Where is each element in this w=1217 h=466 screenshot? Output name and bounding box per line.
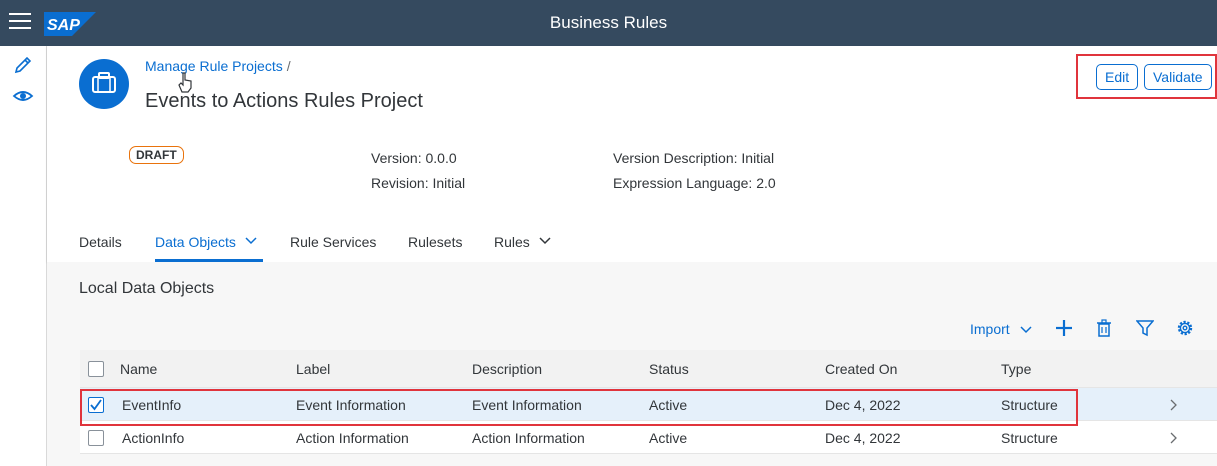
table-header: Name Label Description Status Created On… [80,350,1217,388]
side-toolbar [0,46,47,466]
tab-label: Details [79,234,122,250]
tab-details[interactable]: Details [79,234,122,250]
column-header-type[interactable]: Type [1001,361,1031,377]
filter-icon[interactable] [1136,319,1154,337]
cell-description: Action Information [472,430,585,446]
cell-name: EventInfo [122,397,182,413]
cell-created-on: Dec 4, 2022 [825,397,901,413]
status-badge: DRAFT [129,146,184,164]
checkmark-icon [90,399,102,411]
cell-label: Event Information [296,397,406,413]
shell-bar: SAP Business Rules [0,0,1217,46]
delete-icon[interactable] [1095,319,1113,337]
import-label: Import [970,321,1010,337]
row-checkbox[interactable] [88,430,104,446]
cell-type: Structure [1001,397,1058,413]
cell-label: Action Information [296,430,409,446]
tab-label: Rules [494,234,530,250]
tab-label: Rulesets [408,234,463,250]
tab-rulesets[interactable]: Rulesets [408,234,462,250]
pencil-icon[interactable] [12,54,34,76]
header-actions: Edit Validate [1076,54,1217,99]
validate-button[interactable]: Validate [1144,64,1212,90]
app-title: Business Rules [549,13,668,32]
cell-type: Structure [1001,430,1058,446]
cell-status: Active [649,430,688,446]
chevron-down-icon [245,237,257,245]
column-header-description[interactable]: Description [472,361,542,377]
chevron-down-icon [539,237,551,245]
version-attribute: Version: 0.0.0 [371,150,457,166]
table-row[interactable]: EventInfo Event Information Event Inform… [80,388,1217,421]
revision-attribute: Revision: Initial [371,175,466,191]
tab-label: Rule Services [290,234,377,250]
eye-icon[interactable] [12,85,34,107]
section-title: Local Data Objects [79,280,215,297]
briefcase-icon [92,72,116,93]
breadcrumb-link-manage-rule-projects[interactable]: Manage Rule Projects [145,58,283,74]
row-checkbox[interactable] [88,397,104,413]
chevron-down-icon [1020,326,1032,334]
table-row[interactable]: ActionInfo Action Information Action Inf… [80,421,1217,454]
expression-language-attribute: Expression Language: 2.0 [613,175,776,191]
column-header-name[interactable]: Name [120,361,157,377]
object-header: Manage Rule Projects / Events to Actions … [47,46,1217,262]
breadcrumb-separator: / [286,58,291,74]
content-area: Local Data Objects Import Name Label Des… [47,262,1217,466]
cell-status: Active [649,397,688,413]
breadcrumb: Manage Rule Projects / [145,58,291,74]
tab-rules[interactable]: Rules [494,234,551,250]
page-title: Events to Actions Rules Project [145,90,423,112]
cell-created-on: Dec 4, 2022 [825,430,901,446]
chevron-right-icon[interactable] [1168,432,1178,444]
tab-label: Data Objects [155,234,236,250]
column-header-status[interactable]: Status [649,361,689,377]
import-menu-button[interactable]: Import [970,321,1032,337]
column-header-created-on[interactable]: Created On [825,361,897,377]
settings-icon[interactable] [1176,319,1194,337]
edit-button[interactable]: Edit [1096,64,1139,90]
tab-rule-services[interactable]: Rule Services [290,234,376,250]
column-header-label[interactable]: Label [296,361,330,377]
cell-name: ActionInfo [122,430,185,446]
cell-description: Event Information [472,397,582,413]
add-icon[interactable] [1055,319,1073,337]
project-avatar [79,59,129,109]
tab-data-objects[interactable]: Data Objects [155,234,257,250]
chevron-right-icon[interactable] [1168,399,1178,411]
version-description-attribute: Version Description: Initial [613,150,775,166]
select-all-checkbox[interactable] [88,361,104,377]
